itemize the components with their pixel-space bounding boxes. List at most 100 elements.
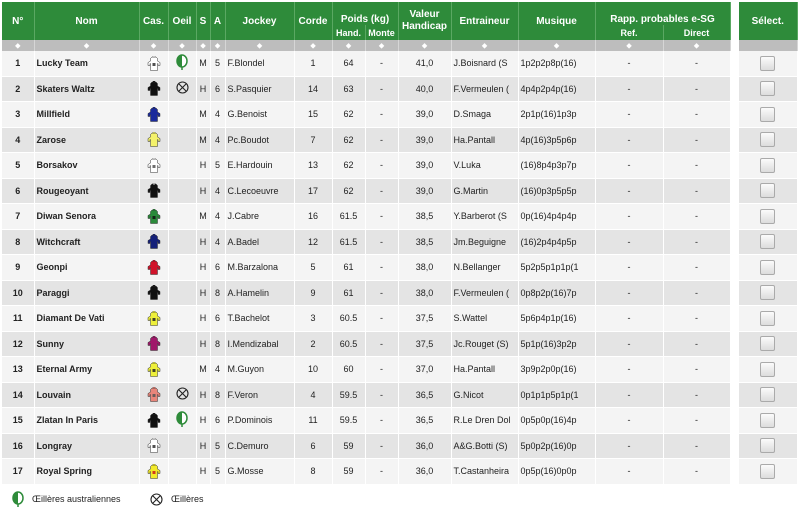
runner-name[interactable]: Zarose	[34, 127, 140, 153]
runner-entraineur: V.Luka	[451, 152, 519, 179]
sort-arrow-icon[interactable]: ⬥	[196, 40, 211, 51]
runner-poids-monte: -	[365, 356, 399, 383]
runner-row[interactable]: 15 Zlatan In Paris H 6 P.Dominois 11 59.5-36,5…	[2, 407, 731, 434]
runner-row[interactable]: 17 Royal Spring H 5 G.Mosse 8 59-36,0 T.Castanh…	[2, 458, 731, 485]
select-checkbox[interactable]	[760, 438, 776, 454]
select-checkbox[interactable]	[760, 81, 776, 97]
select-checkbox[interactable]	[760, 412, 776, 428]
runner-valeur: 36,0	[398, 458, 452, 485]
select-checkbox[interactable]	[760, 208, 776, 224]
runner-row[interactable]: 7 Diwan Senora M 4 J.Cabre 16 61.5-38,5 Y.Barbe…	[2, 203, 731, 230]
select-checkbox[interactable]	[760, 336, 776, 352]
select-row	[739, 127, 798, 153]
runner-name[interactable]: Diamant De Vati	[34, 305, 140, 332]
select-checkbox[interactable]	[760, 310, 776, 326]
col-rapp-ref-header[interactable]: Ref.	[595, 25, 664, 40]
runner-name[interactable]: Skaters Waltz	[34, 76, 140, 102]
runner-age: 6	[210, 305, 226, 332]
select-checkbox[interactable]	[760, 234, 776, 250]
select-checkbox[interactable]	[760, 132, 776, 148]
col-age-header[interactable]: A	[210, 2, 226, 40]
runner-row[interactable]: 4 Zarose M 4 Pc.Boudot 7 62-39,0 Ha.Pantall 4p(1…	[2, 127, 731, 153]
runner-row[interactable]: 16 Longray H 5 C.Demuro 6 59-36,0 A&G.Botti (S)…	[2, 433, 731, 459]
runner-sexe: H	[196, 305, 211, 332]
runner-name[interactable]: Rougeoyant	[34, 178, 140, 204]
oeil-empty	[168, 356, 197, 383]
col-valeur-header[interactable]: Valeur Handicap	[398, 2, 452, 40]
col-entraineur-header[interactable]: Entraineur	[451, 2, 519, 40]
runner-age: 8	[210, 331, 226, 357]
runner-row[interactable]: 12 Sunny H 8 I.Mendizabal 2 60.5-37,5 Jc.Rouget…	[2, 331, 731, 357]
runner-name[interactable]: Witchcraft	[34, 229, 140, 255]
runner-entraineur: J.Boisnard (S	[451, 51, 519, 77]
runner-row[interactable]: 2 Skaters Waltz H 6 S.Pasquier 14 63-40,0 F.Ver…	[2, 76, 731, 102]
runner-name[interactable]: Louvain	[34, 382, 140, 408]
select-checkbox[interactable]	[760, 361, 776, 377]
select-checkbox[interactable]	[760, 259, 776, 275]
runner-name[interactable]: Longray	[34, 433, 140, 459]
col-jockey-header[interactable]: Jockey	[225, 2, 295, 40]
runner-valeur: 36,5	[398, 407, 452, 434]
col-nom-header[interactable]: Nom	[34, 2, 140, 40]
sort-arrow-icon[interactable]: ⬥	[34, 40, 140, 51]
select-checkbox[interactable]	[760, 55, 776, 71]
col-poids-monte-header[interactable]: Monte	[365, 25, 399, 40]
select-checkbox[interactable]	[760, 106, 776, 122]
runner-row[interactable]: 1 Lucky Team M 5 F.Blondel 1 64-41,0 J.Boisnard…	[2, 51, 731, 77]
runner-sexe: H	[196, 178, 211, 204]
sort-arrow-icon[interactable]: ⬥	[294, 40, 333, 51]
runner-name[interactable]: Eternal Army	[34, 356, 140, 383]
sort-arrow-icon[interactable]: ⬥	[451, 40, 519, 51]
sort-arrow-icon[interactable]: ⬥	[139, 40, 169, 51]
runner-row[interactable]: 8 Witchcraft H 4 A.Badel 12 61.5-38,5 Jm.Beguig…	[2, 229, 731, 255]
sort-arrow-icon[interactable]: ⬥	[398, 40, 452, 51]
runner-name[interactable]: Paraggi	[34, 280, 140, 306]
runner-row[interactable]: 13 Eternal Army M 4 M.Guyon 10 60-37,0 Ha.Panta…	[2, 356, 731, 383]
col-musique-header[interactable]: Musique	[518, 2, 596, 40]
select-checkbox[interactable]	[760, 183, 776, 199]
sort-arrow-icon[interactable]: ⬥	[518, 40, 596, 51]
col-oeil-header[interactable]: Oeil	[168, 2, 197, 40]
sort-arrow-icon[interactable]: ⬥	[663, 40, 731, 51]
sort-arrow-icon[interactable]: ⬥	[595, 40, 664, 51]
select-checkbox[interactable]	[760, 157, 776, 173]
runner-rapp-ref: -	[595, 51, 664, 77]
col-num-header[interactable]: N°	[2, 2, 35, 40]
sort-arrow-icon[interactable]: ⬥	[332, 40, 366, 51]
runner-name[interactable]: Geonpi	[34, 254, 140, 281]
runner-rapp-ref: -	[595, 433, 664, 459]
runner-name[interactable]: Zlatan In Paris	[34, 407, 140, 434]
select-checkbox[interactable]	[760, 387, 776, 403]
sort-arrow-icon[interactable]: ⬥	[210, 40, 226, 51]
runner-name[interactable]: Millfield	[34, 101, 140, 128]
runner-corde: 11	[294, 407, 333, 434]
select-checkbox[interactable]	[760, 285, 776, 301]
sort-arrow-icon[interactable]: ⬥	[2, 40, 35, 51]
col-sexe-header[interactable]: S	[196, 2, 211, 40]
sort-arrow-icon[interactable]: ⬥	[365, 40, 399, 51]
runner-row[interactable]: 14 Louvain H 8 F.Veron 4 59.5-36,5 G.Nicot 0p1p1…	[2, 382, 731, 408]
runner-rapp-ref: -	[595, 229, 664, 255]
col-rapp-direct-header[interactable]: Direct	[663, 25, 731, 40]
runner-number: 17	[2, 458, 35, 485]
sort-arrow-icon[interactable]: ⬥	[168, 40, 197, 51]
runner-name[interactable]: Sunny	[34, 331, 140, 357]
col-poids-hand-header[interactable]: Hand.	[332, 25, 366, 40]
runner-poids-hand: 59	[332, 458, 366, 485]
runner-row[interactable]: 11 Diamant De Vati H 6 T.Bachelot 3 60.5-37,5 S…	[2, 305, 731, 332]
sort-arrow-icon[interactable]: ⬥	[225, 40, 295, 51]
runner-row[interactable]: 3 Millfield M 4 G.Benoist 15 62-39,0 D.Smaga 2p1…	[2, 101, 731, 128]
runner-name[interactable]: Royal Spring	[34, 458, 140, 485]
runner-row[interactable]: 9 Geonpi H 6 M.Barzalona 5 61-38,0 N.Bellanger 5…	[2, 254, 731, 281]
runner-name[interactable]: Lucky Team	[34, 51, 140, 77]
select-checkbox[interactable]	[760, 463, 776, 479]
col-corde-header[interactable]: Corde	[294, 2, 333, 40]
runner-poids-hand: 62	[332, 101, 366, 128]
runner-name[interactable]: Borsakov	[34, 152, 140, 179]
runner-row[interactable]: 10 Paraggi H 8 A.Hamelin 9 61-38,0 F.Vermeulen …	[2, 280, 731, 306]
runner-valeur: 38,5	[398, 203, 452, 230]
runner-name[interactable]: Diwan Senora	[34, 203, 140, 230]
runner-row[interactable]: 5 Borsakov H 5 E.Hardouin 13 62-39,0 V.Luka (16)…	[2, 152, 731, 179]
col-casaque-header[interactable]: Cas.	[139, 2, 169, 40]
runner-row[interactable]: 6 Rougeoyant H 4 C.Lecoeuvre 17 62-39,0 G.Marti…	[2, 178, 731, 204]
